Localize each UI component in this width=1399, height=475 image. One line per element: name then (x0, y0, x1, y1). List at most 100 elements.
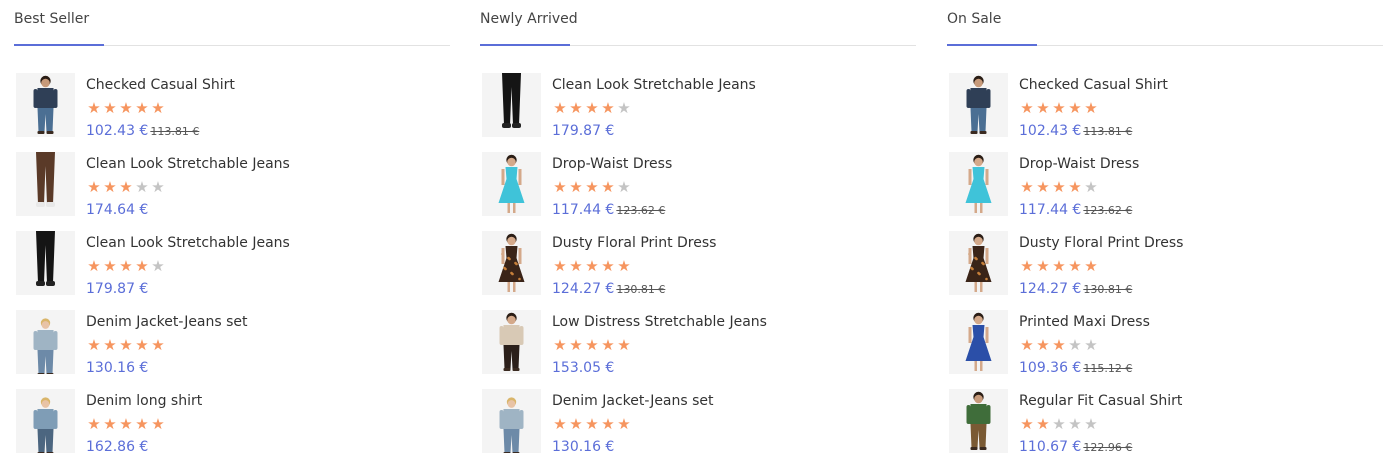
tab-best-seller[interactable]: Best Seller (14, 11, 89, 27)
product-thumbnail[interactable] (16, 152, 75, 216)
star-icon: ★ (569, 336, 583, 354)
star-icon: ★ (617, 99, 631, 117)
star-icon: ★ (569, 415, 583, 433)
active-tab-underline (480, 44, 570, 46)
price-row: 110.67 €122.96 € (1019, 436, 1132, 455)
product-thumbnail[interactable] (949, 389, 1008, 453)
star-icon: ★ (1052, 178, 1066, 196)
product-thumbnail[interactable] (949, 310, 1008, 374)
product-name-link[interactable]: Denim Jacket-Jeans set (552, 393, 714, 409)
star-icon: ★ (1052, 99, 1066, 117)
column-newly-arrived: Newly Arrived Clean Look Stretchable Jea… (480, 0, 916, 455)
price-row: 124.27 €130.81 € (552, 278, 665, 297)
product-name-link[interactable]: Drop-Waist Dress (1019, 156, 1139, 172)
price-row: 109.36 €115.12 € (1019, 357, 1132, 376)
star-icon: ★ (1020, 336, 1034, 354)
star-icon: ★ (553, 415, 567, 433)
current-price: 179.87 € (86, 281, 149, 297)
product-name-link[interactable]: Printed Maxi Dress (1019, 314, 1150, 330)
price-row: 117.44 €123.62 € (1019, 199, 1132, 218)
star-icon: ★ (617, 257, 631, 275)
star-icon: ★ (1084, 336, 1098, 354)
product-name-link[interactable]: Checked Casual Shirt (1019, 77, 1168, 93)
star-icon: ★ (601, 99, 615, 117)
product-thumbnail[interactable] (482, 152, 541, 216)
product-item[interactable]: Dusty Floral Print Dress ★ ★ ★ ★ ★ 124.27 €130… (949, 231, 1369, 310)
product-name-link[interactable]: Regular Fit Casual Shirt (1019, 393, 1182, 409)
star-icon: ★ (87, 336, 101, 354)
price-row: 117.44 €123.62 € (552, 199, 665, 218)
price-row: 102.43 €113.81 € (86, 120, 199, 139)
product-thumbnail[interactable] (16, 73, 75, 137)
product-item[interactable]: Drop-Waist Dress ★ ★ ★ ★ ★ 117.44 €123.62 € (482, 152, 902, 231)
star-icon: ★ (135, 415, 149, 433)
star-icon: ★ (87, 99, 101, 117)
product-thumbnail[interactable] (949, 231, 1008, 295)
tab-on-sale[interactable]: On Sale (947, 11, 1001, 27)
star-icon: ★ (1020, 415, 1034, 433)
product-item[interactable]: Drop-Waist Dress ★ ★ ★ ★ ★ 117.44 €123.62 € (949, 152, 1369, 231)
product-item[interactable]: Dusty Floral Print Dress ★ ★ ★ ★ ★ 124.27 €130… (482, 231, 902, 310)
product-item[interactable]: Regular Fit Casual Shirt ★ ★ ★ ★ ★ 110.67 €122… (949, 389, 1369, 468)
star-icon: ★ (1068, 336, 1082, 354)
star-icon: ★ (1020, 99, 1034, 117)
old-price: 122.96 € (1083, 441, 1133, 454)
column-on-sale: On Sale Checked Casual Shirt ★ ★ ★ ★ ★ 102.43 … (947, 0, 1383, 455)
star-icon: ★ (103, 415, 117, 433)
product-thumbnail[interactable] (482, 389, 541, 453)
star-icon: ★ (151, 257, 165, 275)
star-rating: ★ ★ ★ ★ ★ (552, 416, 632, 432)
star-icon: ★ (569, 257, 583, 275)
product-name-link[interactable]: Clean Look Stretchable Jeans (552, 77, 756, 93)
price-row: 130.16 € (86, 357, 148, 376)
star-icon: ★ (569, 178, 583, 196)
old-price: 115.12 € (1083, 362, 1133, 375)
star-icon: ★ (1036, 178, 1050, 196)
product-name-link[interactable]: Dusty Floral Print Dress (552, 235, 716, 251)
product-item[interactable]: Clean Look Stretchable Jeans ★ ★ ★ ★ ★ 179.87 … (16, 231, 436, 310)
product-thumbnail[interactable] (16, 310, 75, 374)
star-icon: ★ (135, 257, 149, 275)
star-icon: ★ (103, 257, 117, 275)
current-price: 124.27 € (1019, 281, 1082, 297)
product-name-link[interactable]: Dusty Floral Print Dress (1019, 235, 1183, 251)
product-item[interactable]: Clean Look Stretchable Jeans ★ ★ ★ ★ ★ 174.64 … (16, 152, 436, 231)
star-icon: ★ (1052, 415, 1066, 433)
product-thumbnail[interactable] (482, 310, 541, 374)
old-price: 130.81 € (616, 283, 666, 296)
product-name-link[interactable]: Checked Casual Shirt (86, 77, 235, 93)
price-row: 130.16 € (552, 436, 614, 455)
product-name-link[interactable]: Drop-Waist Dress (552, 156, 672, 172)
star-icon: ★ (1036, 336, 1050, 354)
product-thumbnail[interactable] (949, 152, 1008, 216)
product-thumbnail[interactable] (949, 73, 1008, 137)
current-price: 117.44 € (552, 202, 615, 218)
product-item[interactable]: Checked Casual Shirt ★ ★ ★ ★ ★ 102.43 €113.81 … (949, 73, 1369, 152)
tab-newly-arrived[interactable]: Newly Arrived (480, 11, 578, 27)
star-icon: ★ (135, 336, 149, 354)
product-item[interactable]: Denim long shirt ★ ★ ★ ★ ★ 162.86 € (16, 389, 436, 468)
star-icon: ★ (1036, 415, 1050, 433)
old-price: 123.62 € (616, 204, 666, 217)
price-row: 179.87 € (86, 278, 148, 297)
product-thumbnail[interactable] (16, 389, 75, 453)
product-thumbnail[interactable] (482, 231, 541, 295)
old-price: 123.62 € (1083, 204, 1133, 217)
product-item[interactable]: Denim Jacket-Jeans set ★ ★ ★ ★ ★ 130.16 € (482, 389, 902, 468)
current-price: 102.43 € (86, 123, 149, 139)
product-name-link[interactable]: Low Distress Stretchable Jeans (552, 314, 767, 330)
product-name-link[interactable]: Clean Look Stretchable Jeans (86, 235, 290, 251)
star-icon: ★ (103, 178, 117, 196)
product-thumbnail[interactable] (482, 73, 541, 137)
product-name-link[interactable]: Denim long shirt (86, 393, 202, 409)
product-thumbnail[interactable] (16, 231, 75, 295)
product-item[interactable]: Clean Look Stretchable Jeans ★ ★ ★ ★ ★ 179.87 … (482, 73, 902, 152)
product-name-link[interactable]: Denim Jacket-Jeans set (86, 314, 248, 330)
product-list: Checked Casual Shirt ★ ★ ★ ★ ★ 102.43 €113.81 … (949, 73, 1369, 468)
star-rating: ★ ★ ★ ★ ★ (86, 337, 166, 353)
product-item[interactable]: Checked Casual Shirt ★ ★ ★ ★ ★ 102.43 €113.81 … (16, 73, 436, 152)
product-item[interactable]: Printed Maxi Dress ★ ★ ★ ★ ★ 109.36 €115.12 € (949, 310, 1369, 389)
product-name-link[interactable]: Clean Look Stretchable Jeans (86, 156, 290, 172)
product-item[interactable]: Low Distress Stretchable Jeans ★ ★ ★ ★ ★ 153.0… (482, 310, 902, 389)
product-item[interactable]: Denim Jacket-Jeans set ★ ★ ★ ★ ★ 130.16 € (16, 310, 436, 389)
